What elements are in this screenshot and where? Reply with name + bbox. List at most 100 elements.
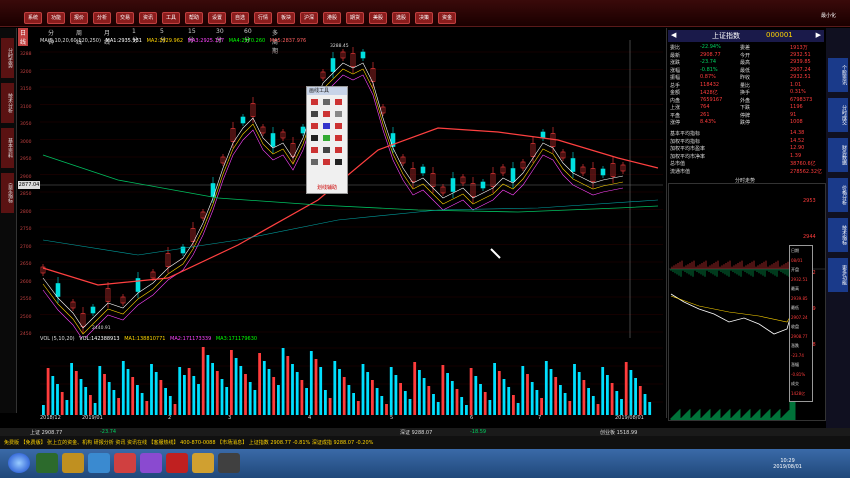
taskbar-browser-icon[interactable]: [88, 453, 110, 473]
draw-tool-icon[interactable]: [311, 111, 318, 117]
ma5-line: [42, 154, 659, 213]
index-status-bar: 上证 2908.77 -23.74 深证 9288.07 -18.59 创业板 …: [0, 428, 850, 436]
toolbar-button-15[interactable]: 美股: [369, 12, 388, 24]
right-tab-news[interactable]: 个股资讯: [828, 58, 848, 92]
drawing-tools-panel[interactable]: 画线工具 划线辅助: [306, 86, 348, 194]
prev-arrow-icon[interactable]: ◀: [671, 31, 676, 39]
volume-bar: [295, 372, 299, 415]
draw-tool-icon[interactable]: [311, 99, 318, 105]
popup-line: 最高: [791, 286, 799, 291]
toolbar-button-5[interactable]: 资讯: [139, 12, 158, 24]
right-tab-trades[interactable]: 分时成交: [828, 98, 848, 132]
toolbar-button-1[interactable]: 功能: [47, 12, 66, 24]
volume-bar: [248, 382, 252, 415]
volume-bar: [591, 396, 595, 415]
draw-tool-icon[interactable]: [323, 135, 330, 141]
right-tab-indicator[interactable]: 技术指标: [828, 218, 848, 252]
toolbar-button-3[interactable]: 分析: [93, 12, 112, 24]
toolbar-button-6[interactable]: 工具: [162, 12, 181, 24]
system-clock[interactable]: 10:29 2019/08/01: [773, 458, 802, 470]
volume-bar: [117, 398, 120, 415]
left-tab-tech[interactable]: 技术分析: [1, 83, 14, 123]
toolbar-button-4[interactable]: 交易: [116, 12, 135, 24]
right-tab-more[interactable]: 更多功能: [828, 258, 848, 292]
toolbar-button-0[interactable]: 系统: [24, 12, 43, 24]
volume-bar: [103, 374, 106, 415]
volume-bar: [479, 384, 482, 415]
left-tab-basic[interactable]: 基本资料: [1, 128, 14, 168]
minimize-label[interactable]: 最小化: [821, 12, 836, 19]
draw-tool-icon[interactable]: [323, 147, 330, 153]
volume-bar: [201, 347, 205, 415]
high-annotation: 3288.45: [330, 44, 349, 49]
toolbar-button-2[interactable]: 报价: [70, 12, 89, 24]
toolbar-button-9[interactable]: 自选: [231, 12, 250, 24]
draw-tool-icon[interactable]: [335, 99, 342, 105]
draw-tool-icon[interactable]: [335, 135, 342, 141]
toolbar-button-12[interactable]: 沪深: [300, 12, 319, 24]
volume-bar: [624, 362, 628, 415]
next-arrow-icon[interactable]: ▶: [816, 31, 821, 39]
start-button-icon[interactable]: [8, 453, 30, 473]
right-tab-finance[interactable]: 财务数据: [828, 138, 848, 172]
quote-v: 118432: [700, 81, 720, 88]
draw-tool-icon[interactable]: [311, 135, 318, 141]
draw-tool-icon[interactable]: [335, 159, 342, 165]
quote-v: -23.74: [700, 59, 717, 65]
taskbar-app-1-icon[interactable]: [36, 453, 58, 473]
draw-tool-icon[interactable]: [335, 111, 342, 117]
taskbar-stock-app-icon[interactable]: [166, 453, 188, 473]
draw-tool-icon[interactable]: [311, 123, 318, 129]
volume-bar: [620, 399, 623, 415]
draw-tool-icon[interactable]: [335, 123, 342, 129]
mini-price-line: [670, 283, 800, 335]
toolbar-button-8[interactable]: 设置: [208, 12, 227, 24]
left-tab-custom[interactable]: 自定指标: [1, 173, 14, 213]
toolbar-button-11[interactable]: 板块: [277, 12, 296, 24]
draw-tool-icon[interactable]: [323, 159, 330, 165]
volume-bar: [483, 392, 487, 415]
taskbar-app-4-icon[interactable]: [192, 453, 214, 473]
toolbar-button-10[interactable]: 行情: [254, 12, 273, 24]
volume-bar: [178, 367, 182, 415]
quote-v: 764: [700, 104, 710, 110]
toolbar-button-17[interactable]: 决策: [415, 12, 434, 24]
news-ticker[interactable]: 免费版 【免费版】 张上立的资金、机构 研报分析 资讯 资讯在线 【客服热线】 …: [0, 436, 850, 449]
taskbar-app-2-icon[interactable]: [114, 453, 136, 473]
left-tab-timeshare[interactable]: 分时走势: [1, 38, 14, 78]
tools-title: 画线工具: [307, 87, 347, 95]
tools-footer[interactable]: 划线辅助: [307, 184, 347, 191]
volume-bar: [352, 393, 355, 415]
draw-tool-icon[interactable]: [323, 123, 330, 129]
volume-bar: [136, 385, 139, 415]
volume-bar: [267, 369, 271, 415]
volume-bar: [286, 356, 290, 415]
draw-tool-icon[interactable]: [335, 147, 342, 153]
toolbar-button-7[interactable]: 帮助: [185, 12, 204, 24]
volume-bar: [638, 386, 642, 415]
volume-bar: [197, 384, 200, 415]
right-tab-price[interactable]: 价格分析: [828, 178, 848, 212]
toolbar-button-18[interactable]: 资金: [438, 12, 457, 24]
taskbar-app-3-icon[interactable]: [140, 453, 162, 473]
quote-v2: 2932.51: [790, 74, 811, 80]
volume-bar: [253, 390, 257, 415]
volume-bar: [587, 388, 590, 415]
draw-tool-icon[interactable]: [311, 147, 318, 153]
taskbar-app-5-icon[interactable]: [218, 453, 240, 473]
y-tick-label: 2650: [20, 262, 32, 267]
volume-chart[interactable]: [18, 338, 663, 415]
toolbar-button-14[interactable]: 期货: [346, 12, 365, 24]
x-tick-label: 7: [538, 415, 542, 421]
candle-body: [90, 306, 96, 314]
volume-bar: [413, 362, 417, 415]
toolbar-button-16[interactable]: 选股: [392, 12, 411, 24]
toolbar-button-13[interactable]: 港股: [323, 12, 342, 24]
draw-tool-icon[interactable]: [323, 99, 330, 105]
draw-tool-icon[interactable]: [311, 159, 318, 165]
mini-y-label: 2953: [803, 198, 816, 204]
volume-bar: [469, 368, 473, 415]
taskbar-folder-icon[interactable]: [62, 453, 84, 473]
draw-tool-icon[interactable]: [323, 111, 330, 117]
volume-bar: [46, 368, 50, 415]
